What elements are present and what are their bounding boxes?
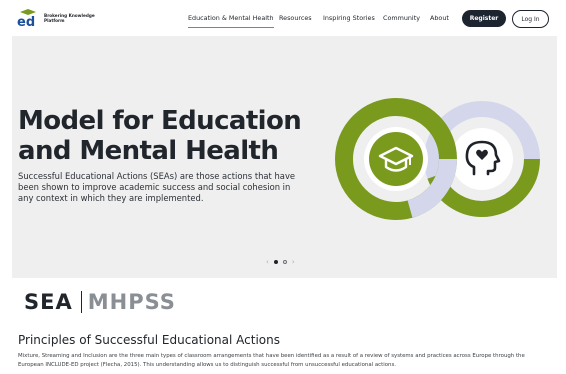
carousel-dot-2[interactable]: [282, 260, 287, 264]
tab-sea[interactable]: SEA: [24, 290, 73, 314]
framework-tabs: SEA MHPSS: [24, 289, 176, 315]
carousel-next-icon[interactable]: ›: [292, 258, 295, 266]
nav-item-resources[interactable]: Resources: [279, 14, 312, 22]
site-header: ed Brokering Knowledge Platform Educatio…: [0, 0, 566, 36]
register-button[interactable]: Register: [462, 10, 506, 27]
login-button[interactable]: Log In: [512, 10, 549, 28]
hero-title: Model for Education and Mental Health: [18, 106, 302, 166]
hero-carousel-controls: ‹ ›: [266, 258, 295, 266]
hero-banner: Model for Education and Mental Health Su…: [12, 36, 557, 278]
tab-mhpss[interactable]: MHPSS: [88, 290, 176, 314]
section-body: Mixture, Streaming and Inclusion are the…: [18, 353, 525, 368]
carousel-dot-1[interactable]: [273, 260, 278, 264]
hero-description: Successful Educational Actions (SEAs) ar…: [18, 171, 296, 204]
section-title: Principles of Successful Educational Act…: [18, 333, 280, 347]
nav-item-community[interactable]: Community: [383, 14, 420, 22]
nav-item-education-mental-health[interactable]: Education & Mental Health: [188, 14, 274, 28]
nav-item-about[interactable]: About: [430, 14, 449, 22]
tab-divider: [80, 291, 82, 313]
nav-item-inspiring-stories[interactable]: Inspiring Stories: [323, 14, 375, 22]
carousel-prev-icon[interactable]: ‹: [266, 258, 269, 266]
hero-graphic: [335, 98, 540, 220]
